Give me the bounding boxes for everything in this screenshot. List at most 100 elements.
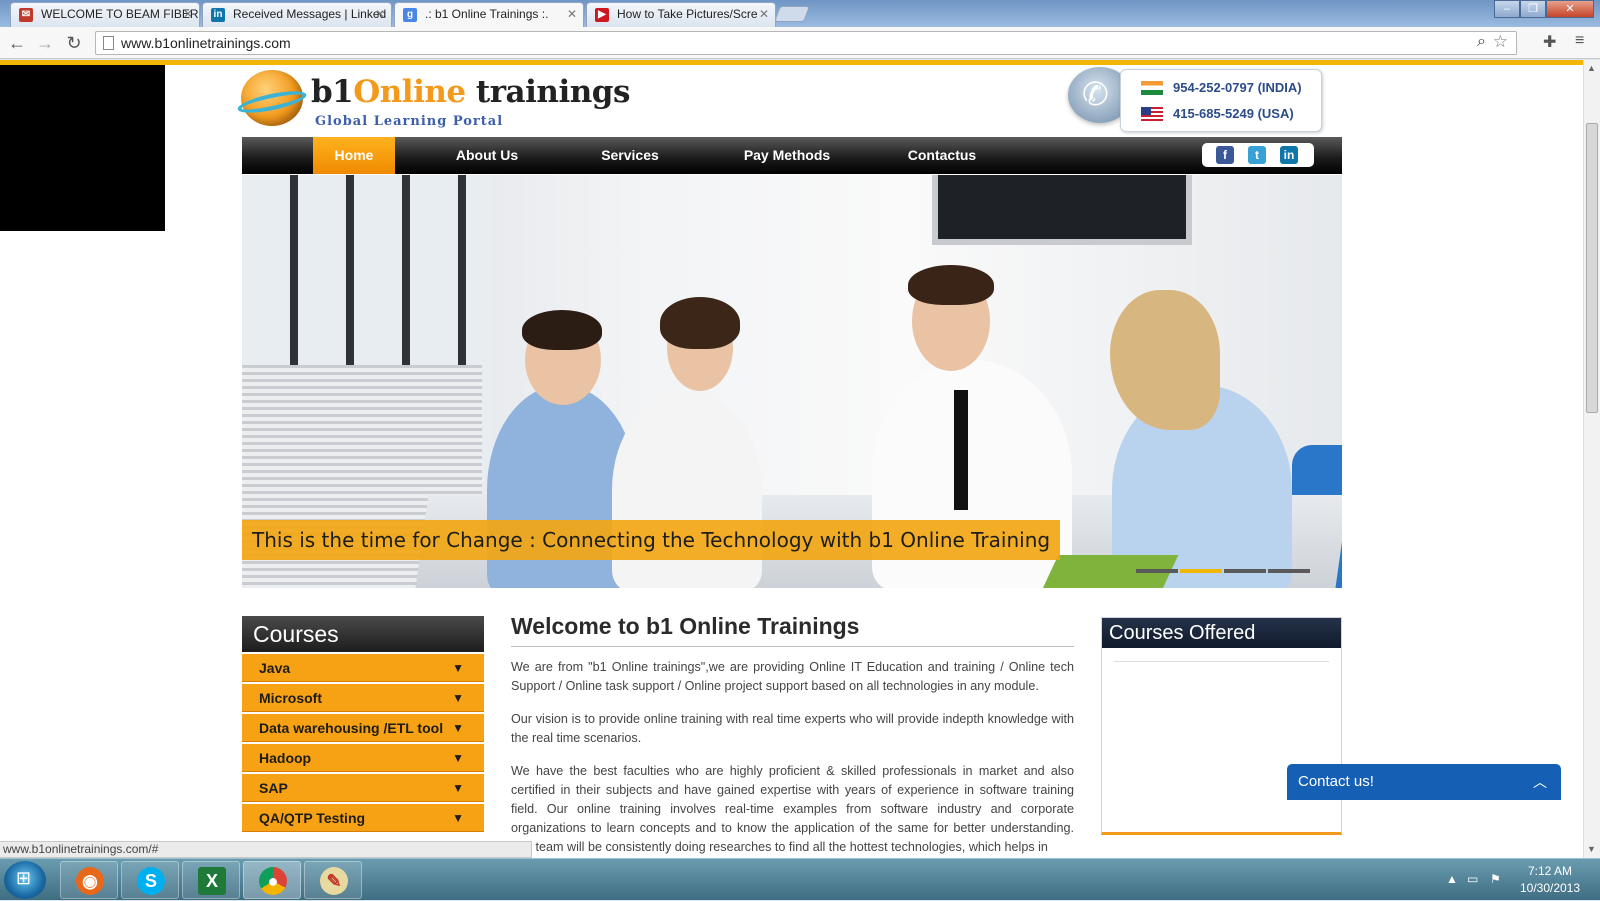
course-item-qa-qtp[interactable]: QA/QTP Testing ▼ [242,804,484,832]
phone-numbers-panel: 954-252-0797 (INDIA) 415-685-5249 (USA) [1120,69,1322,132]
slider-dot[interactable] [1224,569,1266,573]
url-text[interactable]: www.b1onlinetrainings.com [121,35,291,51]
taskbar-app-firefox[interactable]: ◉ [60,861,118,899]
google-favicon-icon: g [403,8,417,22]
dropdown-arrow-icon: ▼ [452,691,464,705]
hero-slider[interactable]: This is the time for Change : Connecting… [242,175,1342,588]
close-tab-icon[interactable]: ✕ [567,3,577,26]
start-button[interactable]: ⊞ [4,861,46,899]
zoom-icon[interactable]: ⌕ [1477,33,1486,51]
person-hair-graphic [908,265,994,305]
taskbar-app-paint[interactable]: ✎ [304,861,362,899]
windows-logo-icon: ⊞ [16,868,32,888]
browser-tab-strip: ✉ WELCOME TO BEAM FIBER ✕ in Received Me… [0,0,1600,28]
course-item-sap[interactable]: SAP ▼ [242,774,484,802]
extensions-puzzle-icon[interactable]: ✚ [1543,32,1556,52]
contact-phone-box: ✆ 954-252-0797 (INDIA) 415-685-5249 (USA… [1068,67,1322,132]
close-tab-icon[interactable]: ✕ [759,3,769,26]
person-hair-graphic [522,310,602,350]
taskbar-app-excel[interactable]: X [182,861,240,899]
welcome-paragraph: We are from "b1 Online trainings",we are… [511,660,1074,693]
courses-offered-panel: Courses Offered [1101,617,1342,835]
nav-contactus[interactable]: Contactus [887,137,997,174]
address-bar[interactable]: www.b1onlinetrainings.com ⌕ ☆ [95,31,1517,55]
site-name: b1Online trainings [311,74,630,110]
browser-tab-active[interactable]: g .: b1 Online Trainings :. ✕ [394,2,584,28]
minimize-button[interactable]: – [1494,0,1520,18]
chrome-menu-icon[interactable]: ≡ [1575,32,1584,50]
reload-icon[interactable]: ↻ [63,32,85,54]
page-scrollbar[interactable]: ▲ ▼ [1583,60,1600,858]
nav-about-us[interactable]: About Us [432,137,542,174]
dropdown-arrow-icon: ▼ [452,661,464,675]
nav-pay-methods[interactable]: Pay Methods [722,137,852,174]
close-window-button[interactable]: ✕ [1546,0,1594,18]
scrollbar-thumb[interactable] [1586,123,1598,413]
new-tab-button[interactable] [774,6,810,22]
slider-dot-active[interactable] [1180,569,1222,573]
forward-arrow-icon[interactable]: → [34,32,56,54]
welcome-title: Welcome to b1 Online Trainings [511,613,1074,647]
browser-tab[interactable]: ▶ How to Take Pictures/Scre ✕ [586,2,776,27]
welcome-paragraph: We have the best faculties who are highl… [511,764,1074,854]
top-accent-bar [0,60,1583,65]
action-center-flag-icon[interactable]: ⚑ [1490,872,1501,886]
course-item-hadoop[interactable]: Hadoop ▼ [242,744,484,772]
scroll-down-arrow-icon[interactable]: ▼ [1587,844,1596,854]
welcome-section: Welcome to b1 Online Trainings We are fr… [511,613,1074,857]
maximize-button[interactable]: ❐ [1520,0,1546,18]
person-hair-graphic [1110,290,1220,430]
course-item-microsoft[interactable]: Microsoft ▼ [242,684,484,712]
phone-number: 415-685-5249 (USA) [1173,106,1294,121]
browser-tab[interactable]: ✉ WELCOME TO BEAM FIBER ✕ [10,2,200,27]
twitter-icon[interactable]: t [1248,146,1266,164]
usa-flag-icon [1141,107,1163,121]
chevron-up-icon[interactable]: ︿ [1533,764,1547,800]
course-item-data-warehousing[interactable]: Data warehousing /ETL tool ▼ [242,714,484,742]
phone-number: 954-252-0797 (INDIA) [1173,80,1302,95]
facebook-icon[interactable]: f [1216,146,1234,164]
back-arrow-icon[interactable]: ← [6,32,28,54]
courses-heading: Courses [242,616,484,652]
network-icon[interactable]: ▭ [1467,872,1478,886]
welcome-paragraph: Our vision is to provide online training… [511,712,1074,745]
nav-services[interactable]: Services [575,137,685,174]
windows-taskbar: ⊞ ◉ S X ● ✎ ▲ ▭ ⚑ 7:12 AM 10/30/2013 [0,858,1600,900]
taskbar-app-skype[interactable]: S [121,861,179,899]
courses-menu: Courses Java ▼ Microsoft ▼ Data warehousin… [242,616,484,832]
tab-title: .: b1 Online Trainings :. [425,7,549,21]
skype-icon: S [137,867,165,895]
tab-title: Received Messages | Linked [233,7,387,21]
contact-us-widget[interactable]: Contact us! ︿ [1287,764,1561,800]
beam-favicon-icon: ✉ [19,8,33,22]
divider [1114,661,1329,662]
dropdown-arrow-icon: ▼ [452,811,464,825]
clock-time: 7:12 AM [1527,864,1573,878]
slider-dot[interactable] [1268,569,1310,573]
dropdown-arrow-icon: ▼ [452,781,464,795]
tab-title: How to Take Pictures/Scre [617,7,758,21]
tab-title: WELCOME TO BEAM FIBER [41,7,199,21]
youtube-favicon-icon: ▶ [595,8,609,22]
courses-offered-heading: Courses Offered [1102,618,1341,648]
linkedin-icon[interactable]: in [1280,146,1298,164]
site-logo[interactable]: b1Online trainings Global Learning Porta… [236,68,630,130]
wall-tv-graphic [932,175,1192,245]
browser-tab[interactable]: in Received Messages | Linked ✕ [202,2,392,27]
course-item-java[interactable]: Java ▼ [242,654,484,682]
close-tab-icon[interactable]: ✕ [183,3,193,26]
slider-dot[interactable] [1136,569,1178,573]
dropdown-arrow-icon: ▼ [452,721,464,735]
nav-home[interactable]: Home [313,137,395,174]
taskbar-app-chrome[interactable]: ● [243,861,301,899]
close-tab-icon[interactable]: ✕ [375,3,385,26]
india-flag-icon [1141,81,1163,95]
paint-icon: ✎ [320,867,348,895]
firefox-icon: ◉ [76,867,104,895]
bookmark-star-icon[interactable]: ☆ [1493,32,1508,52]
hero-caption: This is the time for Change : Connecting… [242,520,1061,560]
person-hair-graphic [660,297,740,349]
scroll-up-arrow-icon[interactable]: ▲ [1587,63,1596,73]
system-clock[interactable]: 7:12 AM 10/30/2013 [1515,863,1585,897]
show-hidden-icons-icon[interactable]: ▲ [1446,872,1458,886]
